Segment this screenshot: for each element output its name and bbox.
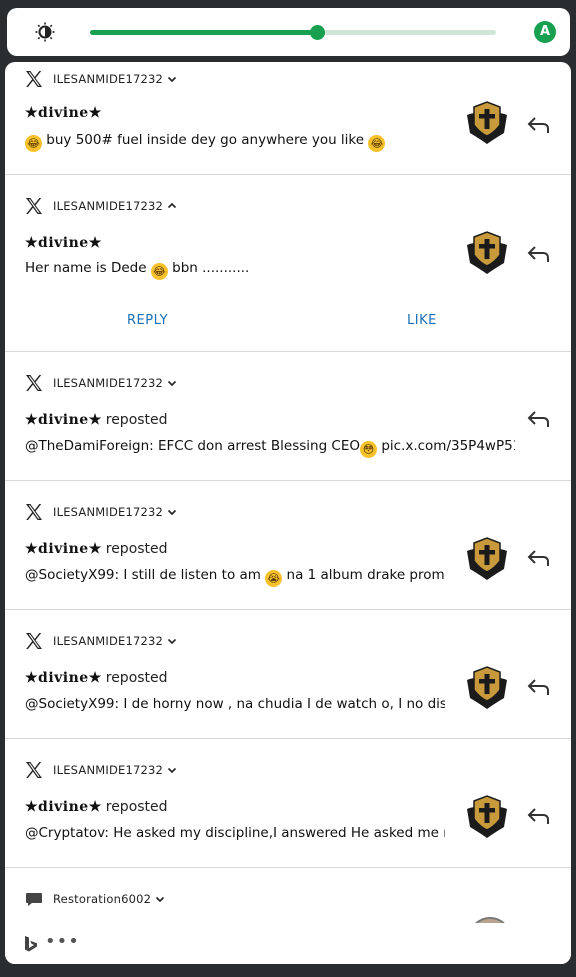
notification-title: ★divine★ bbox=[25, 235, 102, 251]
x-logo-icon bbox=[26, 198, 42, 214]
brightness-slider-handle[interactable] bbox=[310, 25, 326, 40]
notification-text: @TheDamiForeign: EFCC don arrest Blessin… bbox=[25, 438, 515, 458]
account-name: ILESANMIDE17232 bbox=[53, 763, 164, 777]
notification-title: ★divine★ reposted bbox=[25, 412, 168, 428]
more-options-icon[interactable]: ••• bbox=[45, 931, 80, 952]
chevron-down-icon[interactable] bbox=[155, 894, 165, 904]
notification-item[interactable]: ILESANMIDE17232 ★divine★ reposted @Societ… bbox=[5, 481, 571, 610]
message-text: @TheDamiForeign: EFCC don arrest Blessin… bbox=[25, 438, 361, 454]
message-text: buy 500# fuel inside dey go anywhere you… bbox=[46, 132, 365, 148]
reply-arrow-icon[interactable] bbox=[526, 547, 552, 569]
notification-title: ★divine★ reposted bbox=[25, 799, 168, 815]
sender-name: ★divine★ bbox=[25, 670, 102, 686]
notification-panel: ILESANMIDE17232 ★divine★ 😂 buy 500# fuel… bbox=[5, 62, 571, 964]
message-text: @SocietyX99: I de horny now , na chudia … bbox=[25, 696, 445, 712]
notification-actions: REPLY LIKE bbox=[5, 313, 571, 337]
message-text: bbn ........... bbox=[172, 260, 250, 276]
account-name: ILESANMIDE17232 bbox=[53, 634, 164, 648]
notification-item[interactable]: ILESANMIDE17232 ★divine★ Her name is Ded… bbox=[5, 175, 571, 352]
flushed-emoji-icon: 😳 bbox=[360, 441, 378, 458]
notification-header[interactable]: ILESANMIDE17232 bbox=[25, 630, 177, 652]
reply-arrow-icon[interactable] bbox=[526, 805, 552, 827]
cross-shield-avatar bbox=[467, 101, 507, 144]
chevron-down-icon[interactable] bbox=[167, 636, 177, 646]
chevron-down-icon[interactable] bbox=[167, 74, 177, 84]
notification-header[interactable]: Restoration6002 bbox=[25, 888, 165, 910]
link-text: pic.x.com/35P4wP51eb bbox=[381, 438, 515, 454]
reply-button[interactable]: REPLY bbox=[127, 313, 168, 328]
notification-item[interactable]: ILESANMIDE17232 ★divine★ 😂 buy 500# fuel… bbox=[5, 62, 571, 175]
notification-title: ★divine★ bbox=[25, 105, 102, 121]
notification-title: ★divine★ reposted bbox=[25, 670, 168, 686]
notification-text: @SocietyX99: I still de listen to am 😭 n… bbox=[25, 567, 445, 587]
x-logo-icon bbox=[26, 633, 42, 649]
x-logo-icon bbox=[26, 762, 42, 778]
notification-header[interactable]: ILESANMIDE17232 bbox=[25, 372, 177, 394]
cross-shield-avatar bbox=[467, 666, 507, 709]
notification-item[interactable]: ILESANMIDE17232 ★divine★ reposted @Crypta… bbox=[5, 739, 571, 868]
notification-text: @SocietyX99: I de horny now , na chudia … bbox=[25, 696, 445, 712]
sender-name: ★divine★ bbox=[25, 235, 102, 251]
chevron-up-icon[interactable] bbox=[167, 201, 177, 211]
chevron-down-icon[interactable] bbox=[167, 507, 177, 517]
crying-emoji-icon: 😭 bbox=[265, 570, 283, 587]
account-name: ILESANMIDE17232 bbox=[53, 376, 164, 390]
auto-brightness-button[interactable]: A bbox=[534, 21, 556, 43]
bing-icon[interactable] bbox=[23, 935, 39, 953]
repost-label: reposted bbox=[105, 799, 168, 815]
message-text: Her name is Dede bbox=[25, 260, 147, 276]
cross-shield-avatar bbox=[467, 537, 507, 580]
account-name: Restoration6002 bbox=[53, 892, 152, 906]
notification-item[interactable]: ILESANMIDE17232 ★divine★ reposted @Societ… bbox=[5, 610, 571, 739]
notification-header[interactable]: ILESANMIDE17232 bbox=[25, 195, 177, 217]
notification-footer: ••• bbox=[5, 923, 571, 964]
laughing-emoji-icon: 😂 bbox=[25, 135, 42, 152]
notification-title: ★divine★ reposted bbox=[25, 541, 168, 557]
reply-arrow-icon[interactable] bbox=[526, 408, 552, 430]
sender-name: ★divine★ bbox=[25, 105, 102, 121]
notification-header[interactable]: ILESANMIDE17232 bbox=[25, 68, 177, 90]
reply-arrow-icon[interactable] bbox=[526, 676, 552, 698]
sender-name: ★divine★ bbox=[25, 799, 102, 815]
message-text: @Cryptatov: He asked my discipline,I ans… bbox=[25, 825, 445, 841]
x-logo-icon bbox=[26, 504, 42, 520]
notification-header[interactable]: ILESANMIDE17232 bbox=[25, 759, 177, 781]
account-name: ILESANMIDE17232 bbox=[53, 72, 164, 86]
sender-name: ★divine★ bbox=[25, 412, 102, 428]
repost-label: reposted bbox=[105, 541, 168, 557]
repost-label: reposted bbox=[105, 412, 168, 428]
notification-header[interactable]: ILESANMIDE17232 bbox=[25, 501, 177, 523]
reply-arrow-icon[interactable] bbox=[526, 243, 552, 265]
cross-shield-avatar bbox=[467, 795, 507, 838]
sender-name: ★divine★ bbox=[25, 541, 102, 557]
x-logo-icon bbox=[26, 375, 42, 391]
notification-text: @Cryptatov: He asked my discipline,I ans… bbox=[25, 825, 445, 841]
cross-shield-avatar bbox=[467, 231, 507, 274]
message-text: na 1 album drake promise .. bbox=[286, 567, 445, 583]
chevron-down-icon[interactable] bbox=[167, 765, 177, 775]
brightness-panel: A bbox=[7, 8, 570, 56]
like-button[interactable]: LIKE bbox=[407, 313, 437, 328]
laughing-emoji-icon: 😂 bbox=[150, 263, 168, 280]
brightness-fill bbox=[90, 30, 318, 35]
notification-item[interactable]: ILESANMIDE17232 ★divine★ reposted @TheDam… bbox=[5, 352, 571, 481]
brightness-icon bbox=[35, 22, 55, 42]
chevron-down-icon[interactable] bbox=[167, 378, 177, 388]
message-text: @SocietyX99: I still de listen to am bbox=[25, 567, 261, 583]
brightness-slider[interactable] bbox=[90, 25, 496, 40]
repost-label: reposted bbox=[105, 670, 168, 686]
reply-arrow-icon[interactable] bbox=[526, 114, 552, 136]
notification-text: Her name is Dede 😂 bbn ........... bbox=[25, 260, 445, 280]
chat-bubble-icon bbox=[26, 893, 42, 906]
laughing-emoji-icon: 😂 bbox=[368, 135, 386, 152]
notification-text: 😂 buy 500# fuel inside dey go anywhere y… bbox=[25, 132, 445, 152]
account-name: ILESANMIDE17232 bbox=[53, 505, 164, 519]
x-logo-icon bbox=[26, 71, 42, 87]
account-name: ILESANMIDE17232 bbox=[53, 199, 164, 213]
